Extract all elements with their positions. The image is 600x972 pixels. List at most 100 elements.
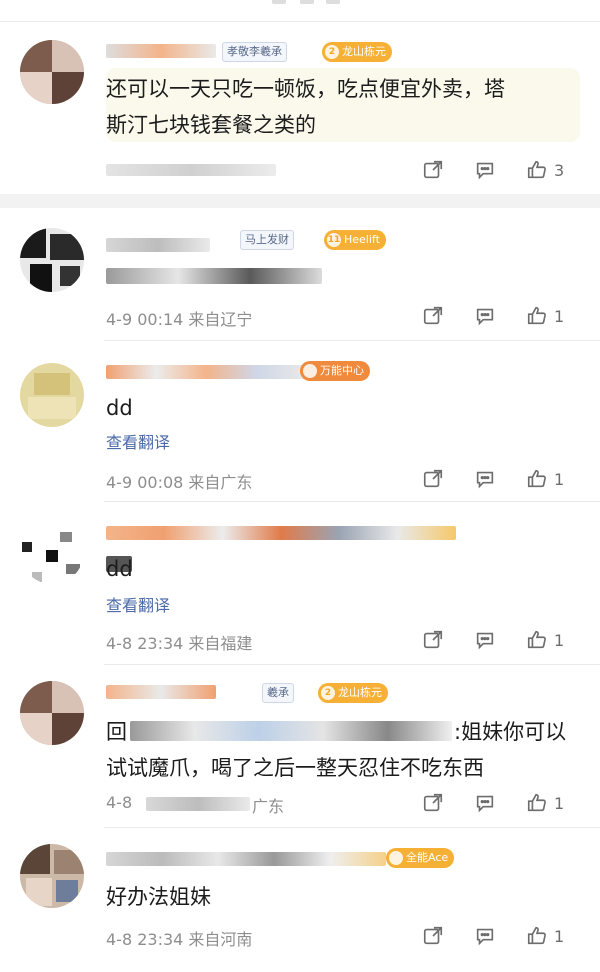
comment-time: 4-8 23:34	[106, 930, 184, 949]
like-button[interactable]: 3	[526, 158, 564, 182]
avatar[interactable]	[20, 844, 84, 908]
view-translation-link[interactable]: 查看翻译	[106, 429, 170, 453]
username-pixelated[interactable]	[106, 852, 386, 866]
comment-text-line: 还可以一天只吃一顿饭，吃点便宜外卖，塔	[106, 77, 505, 101]
comment-meta: 4-8 23:34 来自河南	[106, 926, 252, 950]
reply-target-pixelated[interactable]	[130, 721, 452, 741]
username-pixelated[interactable]	[106, 238, 210, 252]
top-fragment	[300, 0, 314, 4]
fan-badge: 2 龙山栋元	[322, 42, 392, 62]
comment-location: 来自辽宁	[188, 310, 253, 329]
meta-pixelated	[106, 164, 276, 176]
repost-icon	[423, 160, 443, 179]
fan-badge: 万能中心	[300, 361, 370, 381]
repost-icon	[423, 306, 443, 325]
comment-item[interactable]: 万能中心 dd 查看翻译 4-9 00:08 来自广东 1	[0, 341, 600, 501]
comment-meta: 4-8	[106, 793, 132, 812]
top-partial-bar	[0, 0, 600, 22]
comment-button[interactable]	[474, 158, 496, 182]
username-pixelated[interactable]	[106, 685, 216, 699]
like-button[interactable]: 1	[526, 628, 564, 652]
username-pixelated[interactable]	[106, 365, 306, 379]
comment-button[interactable]	[474, 791, 496, 815]
comment-text-line: 斯汀七块钱套餐之类的	[106, 113, 316, 137]
comment-button[interactable]	[474, 304, 496, 328]
comment-icon	[476, 928, 494, 946]
meta-pixelated	[146, 797, 250, 811]
comment-actions: 1	[422, 467, 578, 491]
comment-actions: 1	[422, 924, 578, 948]
thumbs-up-icon	[527, 160, 546, 179]
avatar[interactable]	[20, 228, 84, 292]
thumbs-up-icon	[527, 469, 546, 488]
comment-text-line: :姐妹你可以	[454, 720, 567, 744]
comment-location: 来自广东	[188, 473, 253, 492]
fan-tag: 孝敬李羲承	[222, 42, 287, 62]
comment-button[interactable]	[474, 628, 496, 652]
comment-location: 广东	[252, 797, 285, 816]
like-button[interactable]: 1	[526, 467, 564, 491]
repost-button[interactable]	[422, 304, 444, 328]
repost-button[interactable]	[422, 791, 444, 815]
like-button[interactable]: 1	[526, 304, 564, 328]
comment-location: 来自河南	[188, 930, 253, 949]
comment-text-line: 试试魔爪，喝了之后一整天忍住不吃东西	[106, 756, 484, 780]
avatar[interactable]	[20, 40, 84, 104]
comment-text-line: 回	[106, 715, 127, 749]
repost-button[interactable]	[422, 924, 444, 948]
fan-tag: 马上发财	[240, 230, 294, 250]
comment-time: 4-8	[106, 793, 133, 812]
comment-actions: 1	[422, 791, 578, 815]
avatar[interactable]	[20, 520, 84, 584]
avatar[interactable]	[20, 681, 84, 745]
thumbs-up-icon	[527, 926, 546, 945]
fan-badge: 全能Ace	[386, 848, 455, 868]
username-pixelated[interactable]	[106, 526, 456, 540]
comment-icon	[476, 632, 494, 650]
like-button[interactable]: 1	[526, 924, 564, 948]
comment-button[interactable]	[474, 467, 496, 491]
avatar[interactable]	[20, 363, 84, 427]
comment-location: 来自福建	[188, 634, 253, 653]
text-pixelated	[106, 268, 322, 284]
like-count: 1	[554, 630, 565, 650]
like-count: 1	[554, 469, 565, 489]
repost-button[interactable]	[422, 158, 444, 182]
comment-item[interactable]: 羲承 2 龙山栋元 回 :姐妹你可以 试试魔爪，喝了之后一整天忍住不吃东西 4-8…	[0, 665, 600, 827]
section-divider	[0, 194, 600, 208]
comment-item[interactable]: 全能Ace 好办法姐妹 4-8 23:34 来自河南 1	[0, 828, 600, 968]
thumbs-up-icon	[527, 630, 546, 649]
comment-time: 4-8 23:34	[106, 634, 184, 653]
comment-icon	[476, 795, 494, 813]
username-pixelated[interactable]	[106, 44, 216, 58]
fan-badge: 2 龙山栋元	[318, 683, 388, 703]
fan-badge: 11 Heelift	[324, 230, 386, 250]
comment-text-line: 好办法姐妹	[106, 885, 211, 909]
comment-text-line: dd	[106, 557, 133, 581]
comment-time: 4-9 00:08	[106, 473, 184, 492]
comment-item[interactable]: 马上发财 11 Heelift 4-9 00:14 来自辽宁 1	[0, 208, 600, 340]
comment-icon	[476, 308, 494, 326]
like-count: 1	[554, 926, 565, 946]
fan-tag: 羲承	[262, 683, 294, 703]
comment-meta: 4-9 00:14 来自辽宁	[106, 306, 252, 330]
comment-text-line: dd	[106, 396, 133, 420]
top-fragment	[326, 0, 340, 4]
like-count: 3	[554, 160, 565, 180]
comment-icon	[476, 471, 494, 489]
like-count: 1	[554, 306, 565, 326]
comment-meta: 4-8 23:34 来自福建	[106, 630, 252, 654]
repost-button[interactable]	[422, 628, 444, 652]
thumbs-up-icon	[527, 793, 546, 812]
reply-prefix: 回	[106, 720, 127, 744]
repost-button[interactable]	[422, 467, 444, 491]
repost-icon	[423, 793, 443, 812]
comment-item[interactable]: dd 查看翻译 4-8 23:34 来自福建 1	[0, 502, 600, 664]
repost-icon	[423, 469, 443, 488]
comment-item[interactable]: 孝敬李羲承 2 龙山栋元 还可以一天只吃一顿饭，吃点便宜外卖，塔 斯汀七块钱套餐之…	[0, 22, 600, 194]
view-translation-link[interactable]: 查看翻译	[106, 592, 170, 616]
comment-button[interactable]	[474, 924, 496, 948]
comment-icon	[476, 162, 494, 180]
like-count: 1	[554, 793, 565, 813]
like-button[interactable]: 1	[526, 791, 564, 815]
